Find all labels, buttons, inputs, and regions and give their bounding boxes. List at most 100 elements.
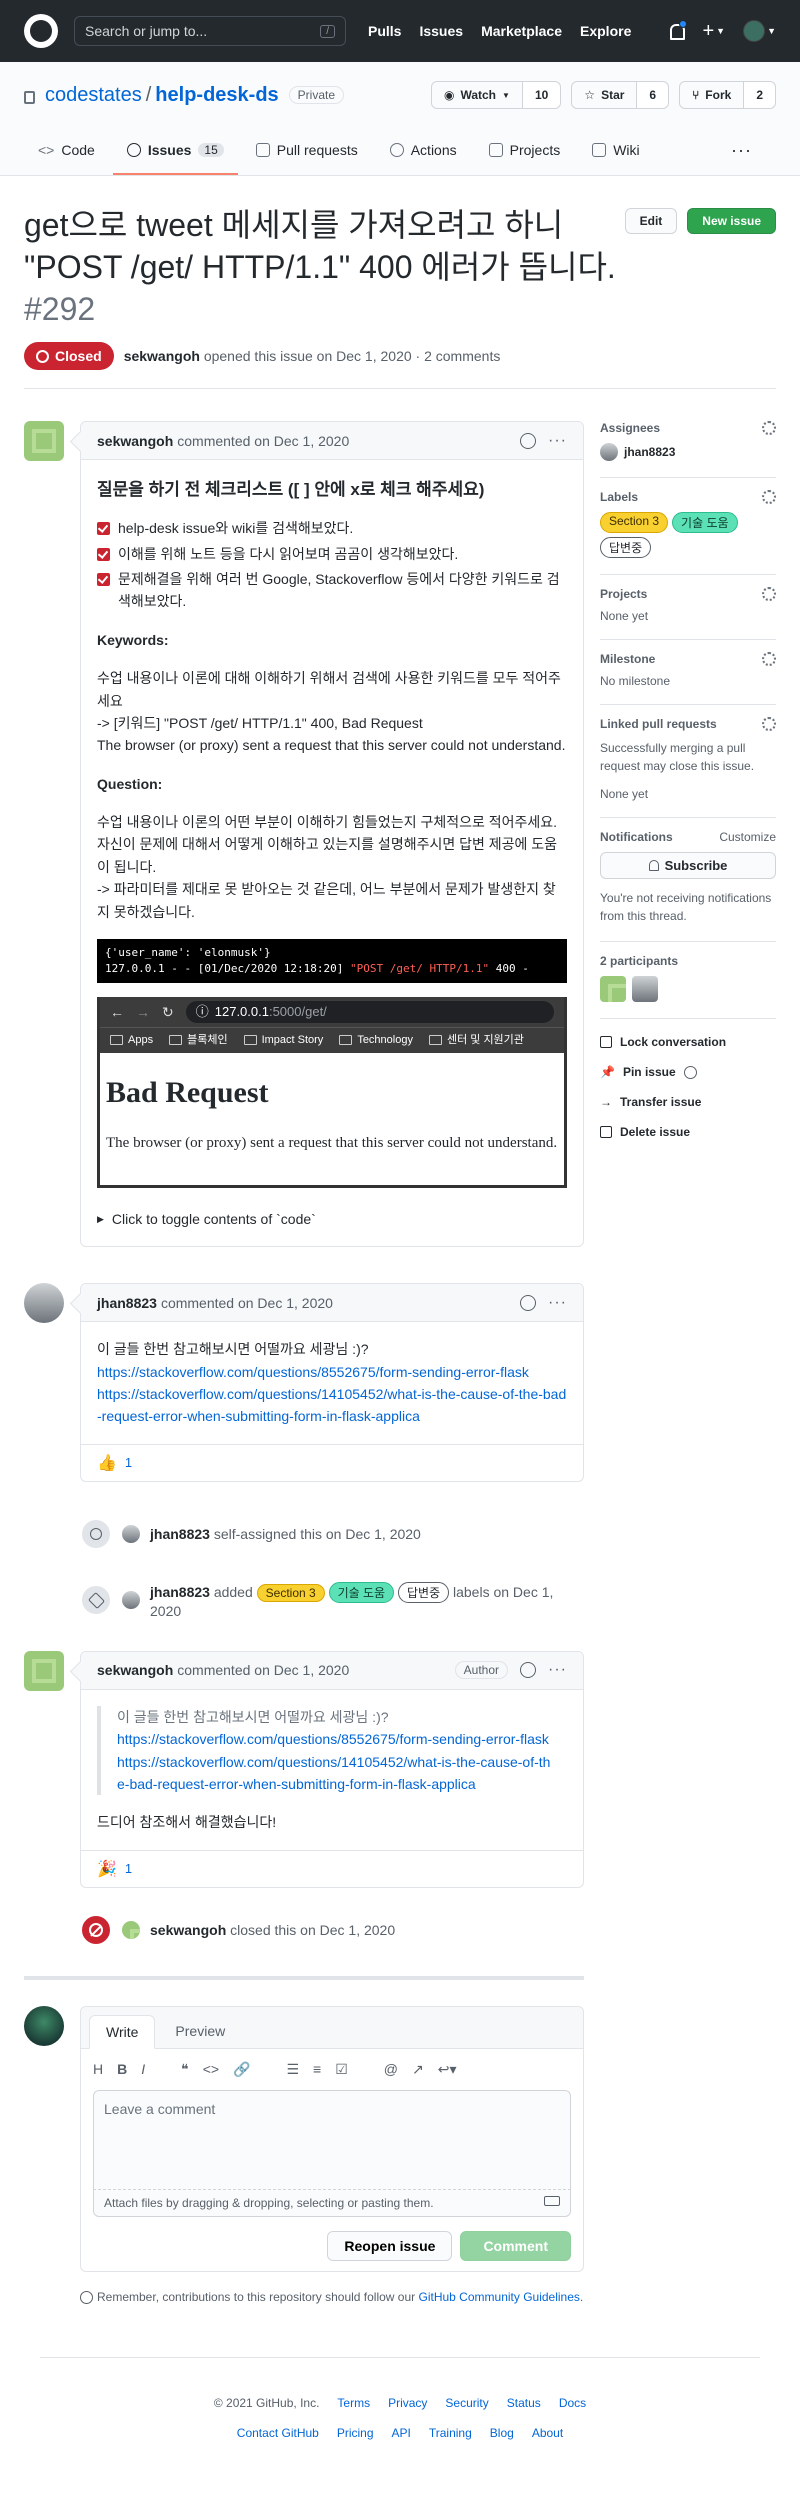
label-answering[interactable]: 답변중	[600, 537, 652, 558]
footer-link-status[interactable]: Status	[507, 2396, 541, 2410]
label-section-3[interactable]: Section 3	[256, 1583, 325, 1602]
issue-author[interactable]: sekwangoh	[124, 348, 200, 364]
event-actor[interactable]: sekwangoh	[150, 1922, 226, 1938]
tab-write[interactable]: Write	[89, 2014, 156, 2049]
customize-link[interactable]: Customize	[719, 830, 776, 844]
comment-date[interactable]: commented on Dec 1, 2020	[177, 433, 349, 449]
footer-link-privacy[interactable]: Privacy	[388, 2396, 427, 2410]
subscribe-button[interactable]: Subscribe	[600, 852, 776, 879]
footer-link-pricing[interactable]: Pricing	[337, 2426, 374, 2440]
pin-issue-button[interactable]: 📌 Pin issue	[600, 1057, 776, 1087]
details-toggle[interactable]: Click to toggle contents of `code`	[97, 1208, 567, 1230]
gear-icon[interactable]	[762, 587, 776, 601]
event-actor[interactable]: jhan8823	[150, 1584, 210, 1600]
fork-count[interactable]: 2	[744, 82, 775, 108]
avatar[interactable]	[24, 1650, 64, 1691]
footer-link-blog[interactable]: Blog	[490, 2426, 514, 2440]
footer-link-terms[interactable]: Terms	[337, 2396, 370, 2410]
tab-wiki[interactable]: Wiki	[578, 130, 653, 175]
notification-bell-icon[interactable]	[668, 20, 688, 40]
assignee[interactable]: jhan8823	[600, 443, 776, 461]
label-tech-help[interactable]: 기술 도움	[328, 1581, 395, 1603]
thumbs-up-icon[interactable]: 👍	[97, 1453, 117, 1473]
fork-button[interactable]: ⑂ Fork 2	[679, 81, 776, 109]
search-input[interactable]: Search or jump to... /	[74, 16, 346, 46]
task-list-icon[interactable]: ☑	[335, 2061, 348, 2078]
kebab-menu-icon[interactable]: ···	[548, 1294, 567, 1312]
heading-icon[interactable]: H	[93, 2061, 103, 2078]
watch-count[interactable]: 10	[522, 82, 561, 108]
tab-pull-requests[interactable]: Pull requests	[242, 130, 372, 175]
quote-icon[interactable]: ❝	[181, 2061, 189, 2078]
avatar[interactable]	[24, 421, 64, 461]
lock-conversation-button[interactable]: Lock conversation	[600, 1027, 776, 1057]
label-section-3[interactable]: Section 3	[600, 512, 669, 533]
saved-reply-icon[interactable]: ↩▾	[438, 2061, 457, 2078]
footer-link-contact[interactable]: Contact GitHub	[237, 2426, 319, 2440]
numbered-list-icon[interactable]: ≡	[313, 2061, 321, 2078]
link-icon[interactable]: 🔗	[233, 2061, 250, 2078]
tab-projects[interactable]: Projects	[475, 130, 575, 175]
avatar[interactable]	[600, 976, 626, 1002]
footer-link-training[interactable]: Training	[429, 2426, 472, 2440]
watch-button[interactable]: ◉ Watch ▼ 10	[430, 81, 562, 109]
github-logo-icon[interactable]	[24, 14, 58, 48]
comment-author[interactable]: sekwangoh	[97, 433, 173, 449]
nav-issues[interactable]: Issues	[419, 23, 463, 39]
tab-issues[interactable]: Issues 15	[112, 130, 238, 175]
star-button[interactable]: ☆ Star 6	[571, 81, 670, 109]
footer-link-about[interactable]: About	[532, 2426, 563, 2440]
code-icon[interactable]: <>	[203, 2061, 219, 2078]
transfer-issue-button[interactable]: → Transfer issue	[600, 1087, 776, 1117]
kebab-menu-icon[interactable]: ···	[548, 1661, 567, 1679]
add-reaction-icon[interactable]	[520, 1662, 537, 1679]
gear-icon[interactable]	[762, 421, 776, 435]
nav-pulls[interactable]: Pulls	[368, 23, 401, 39]
nav-marketplace[interactable]: Marketplace	[481, 23, 562, 39]
avatar[interactable]	[122, 1591, 140, 1610]
tab-actions[interactable]: Actions	[376, 130, 471, 175]
avatar[interactable]	[122, 1524, 140, 1543]
avatar[interactable]	[24, 1283, 64, 1324]
delete-issue-button[interactable]: Delete issue	[600, 1117, 776, 1147]
comment-date[interactable]: commented on Dec 1, 2020	[161, 1295, 333, 1311]
label-answering[interactable]: 답변중	[397, 1581, 450, 1603]
checkbox-icon[interactable]	[97, 572, 110, 586]
tada-icon[interactable]: 🎉	[97, 1859, 117, 1879]
comment-author[interactable]: sekwangoh	[97, 1662, 173, 1678]
footer-link-security[interactable]: Security	[445, 2396, 488, 2410]
create-new-menu[interactable]: + ▼	[702, 20, 725, 43]
user-menu[interactable]: ▼	[743, 20, 776, 42]
kebab-menu-icon[interactable]: ···	[548, 432, 567, 450]
nav-explore[interactable]: Explore	[580, 23, 631, 39]
checkbox-icon[interactable]	[97, 522, 110, 536]
stackoverflow-link[interactable]: https://stackoverflow.com/questions/8552…	[97, 1361, 567, 1383]
more-tabs-icon[interactable]: ···	[731, 130, 776, 175]
comment-date[interactable]: commented on Dec 1, 2020	[177, 1662, 349, 1678]
cross-reference-icon[interactable]: ↗	[412, 2061, 424, 2078]
tab-code[interactable]: <> Code	[24, 130, 109, 175]
stackoverflow-link[interactable]: https://stackoverflow.com/questions/1410…	[97, 1383, 567, 1428]
repo-owner-link[interactable]: codestates	[45, 84, 142, 106]
attach-files-hint[interactable]: Attach files by dragging & dropping, sel…	[93, 2189, 571, 2217]
star-count[interactable]: 6	[637, 82, 669, 108]
avatar[interactable]	[122, 1920, 140, 1939]
checkbox-icon[interactable]	[97, 547, 110, 561]
stackoverflow-link[interactable]: https://stackoverflow.com/questions/8552…	[117, 1728, 551, 1750]
footer-link-api[interactable]: API	[392, 2426, 411, 2440]
bulleted-list-icon[interactable]: ☰	[286, 2061, 299, 2078]
stackoverflow-link[interactable]: https://stackoverflow.com/questions/1410…	[117, 1751, 551, 1796]
add-reaction-icon[interactable]	[520, 432, 537, 449]
label-tech-help[interactable]: 기술 도움	[672, 512, 738, 533]
mention-icon[interactable]: @	[384, 2061, 398, 2078]
gear-icon[interactable]	[762, 652, 776, 666]
gear-icon[interactable]	[762, 490, 776, 504]
comment-button[interactable]: Comment	[460, 2230, 571, 2261]
new-issue-button[interactable]: New issue	[687, 208, 776, 234]
italic-icon[interactable]: I	[141, 2061, 145, 2078]
guidelines-link[interactable]: GitHub Community Guidelines	[419, 2290, 580, 2304]
event-actor[interactable]: jhan8823	[150, 1526, 210, 1542]
add-reaction-icon[interactable]	[520, 1294, 537, 1311]
tab-preview[interactable]: Preview	[159, 2015, 241, 2048]
bold-icon[interactable]: B	[117, 2061, 127, 2078]
